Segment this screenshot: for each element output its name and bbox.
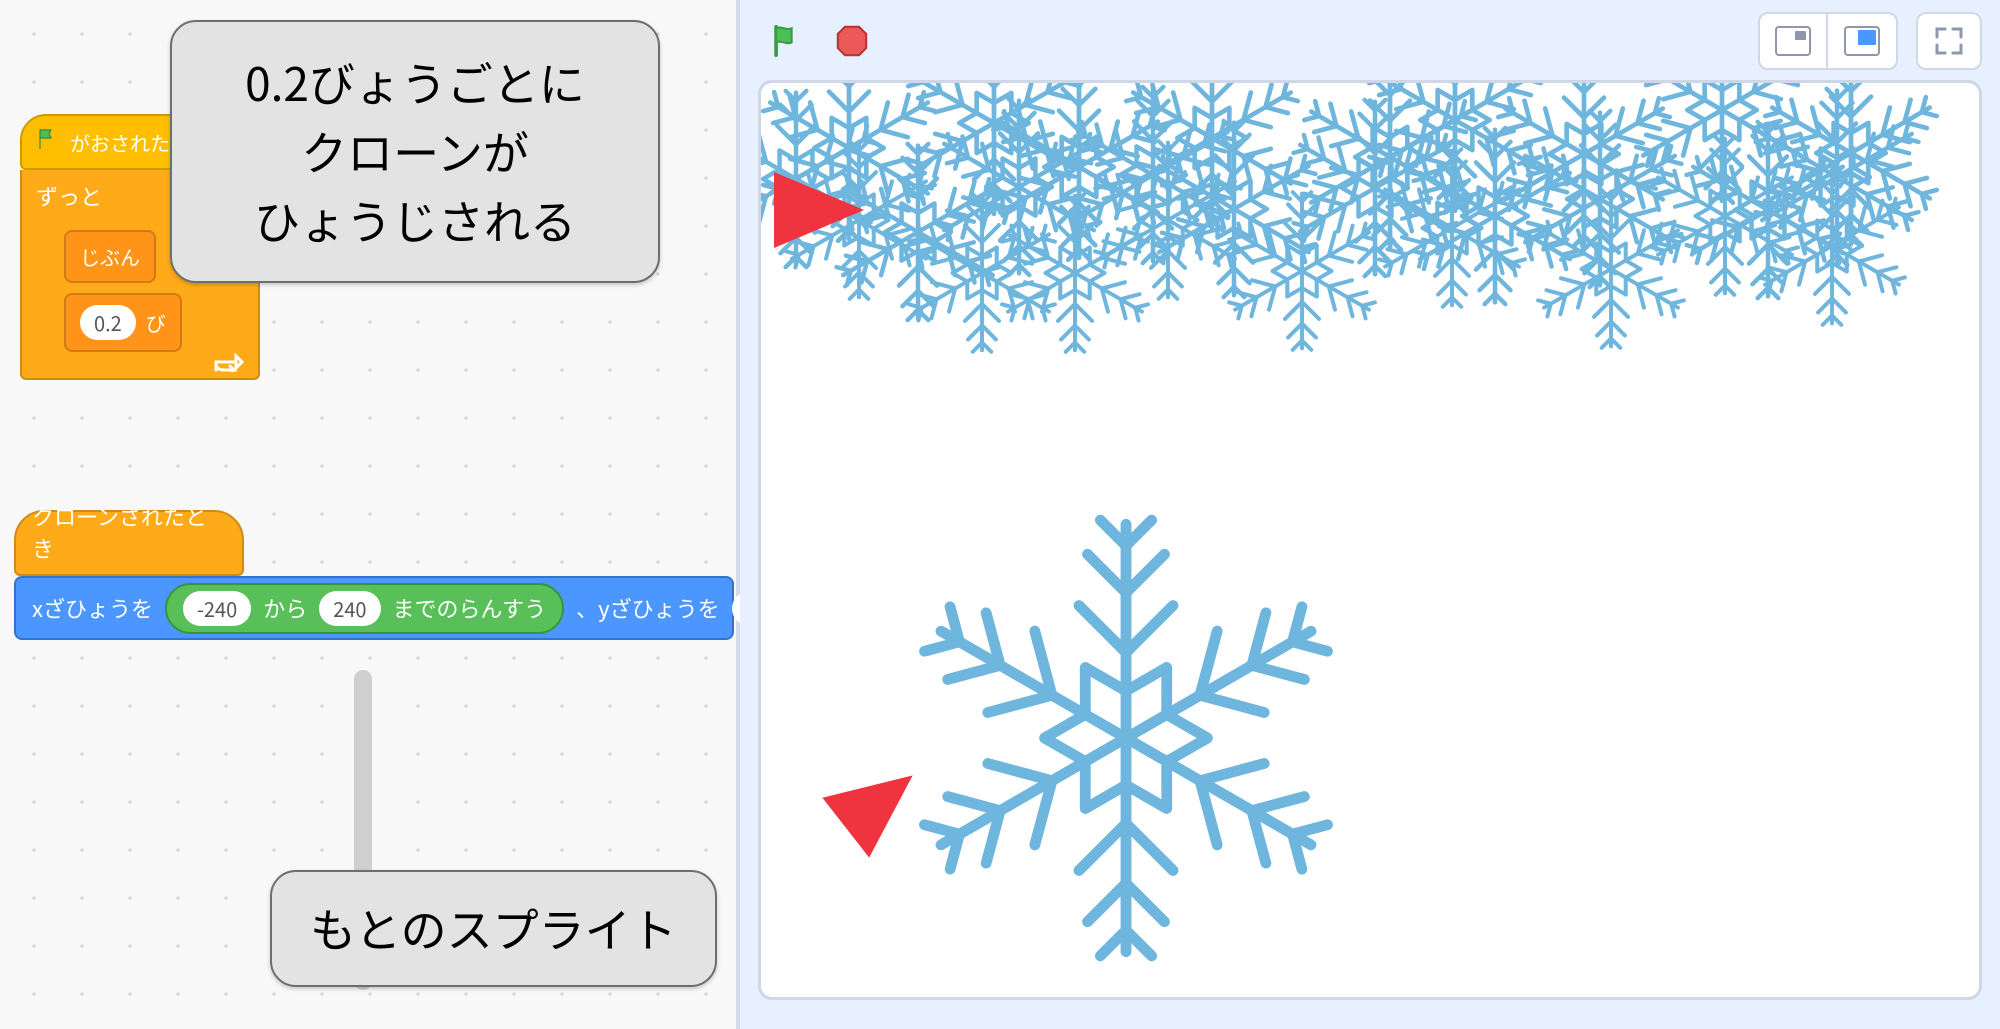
stage[interactable]: [758, 80, 1982, 1000]
stage-pane: [740, 0, 2000, 1029]
block-label: クローンされたとき: [32, 500, 226, 564]
block-stack-clone: クローンされたとき xざひょうを -240 から 240 までのらんすう 、yざ…: [14, 510, 734, 640]
block-label: 、yざひょうを: [576, 592, 719, 624]
green-flag-button[interactable]: [758, 16, 814, 66]
block-wait[interactable]: 0.2 び: [64, 293, 182, 352]
block-label: xざひょうを: [32, 592, 153, 624]
flag-icon: [36, 127, 60, 157]
block-number-input[interactable]: 0.2: [80, 305, 136, 340]
block-goto-xy[interactable]: xざひょうを -240 から 240 までのらんすう 、yざひょうを 180 に…: [14, 576, 734, 640]
stop-button[interactable]: [824, 16, 880, 66]
annotation-line: もとのスプライト: [310, 895, 677, 961]
annotation-line: ひょうじされる: [210, 186, 620, 255]
block-arg: じぶん: [80, 242, 140, 271]
block-number-input[interactable]: 240: [319, 591, 380, 626]
block-label: から: [263, 592, 307, 624]
annotation-top: 0.2びょうごとに クローンが ひょうじされる: [170, 20, 660, 283]
small-stage-button[interactable]: [1758, 12, 1828, 70]
large-stage-button[interactable]: [1828, 12, 1898, 70]
annotation-bottom: もとのスプライト: [270, 870, 717, 987]
annotation-line: 0.2びょうごとに: [210, 48, 620, 117]
block-create-clone[interactable]: じぶん: [64, 230, 156, 283]
block-label: び: [146, 308, 166, 337]
block-when-cloned[interactable]: クローンされたとき: [14, 510, 244, 576]
clone-snowflake: [1217, 186, 1387, 356]
annotation-line: クローンが: [210, 117, 620, 186]
block-label: までのらんすう: [393, 592, 547, 624]
clone-snowflake: [1367, 143, 1537, 313]
original-sprite-snowflake[interactable]: [891, 503, 1361, 973]
stage-header: [758, 10, 1982, 72]
fullscreen-button[interactable]: [1916, 12, 1982, 70]
clone-snowflake: [1747, 161, 1917, 331]
block-number-input[interactable]: -240: [183, 591, 251, 626]
block-pick-random[interactable]: -240 から 240 までのらんすう: [165, 583, 564, 634]
